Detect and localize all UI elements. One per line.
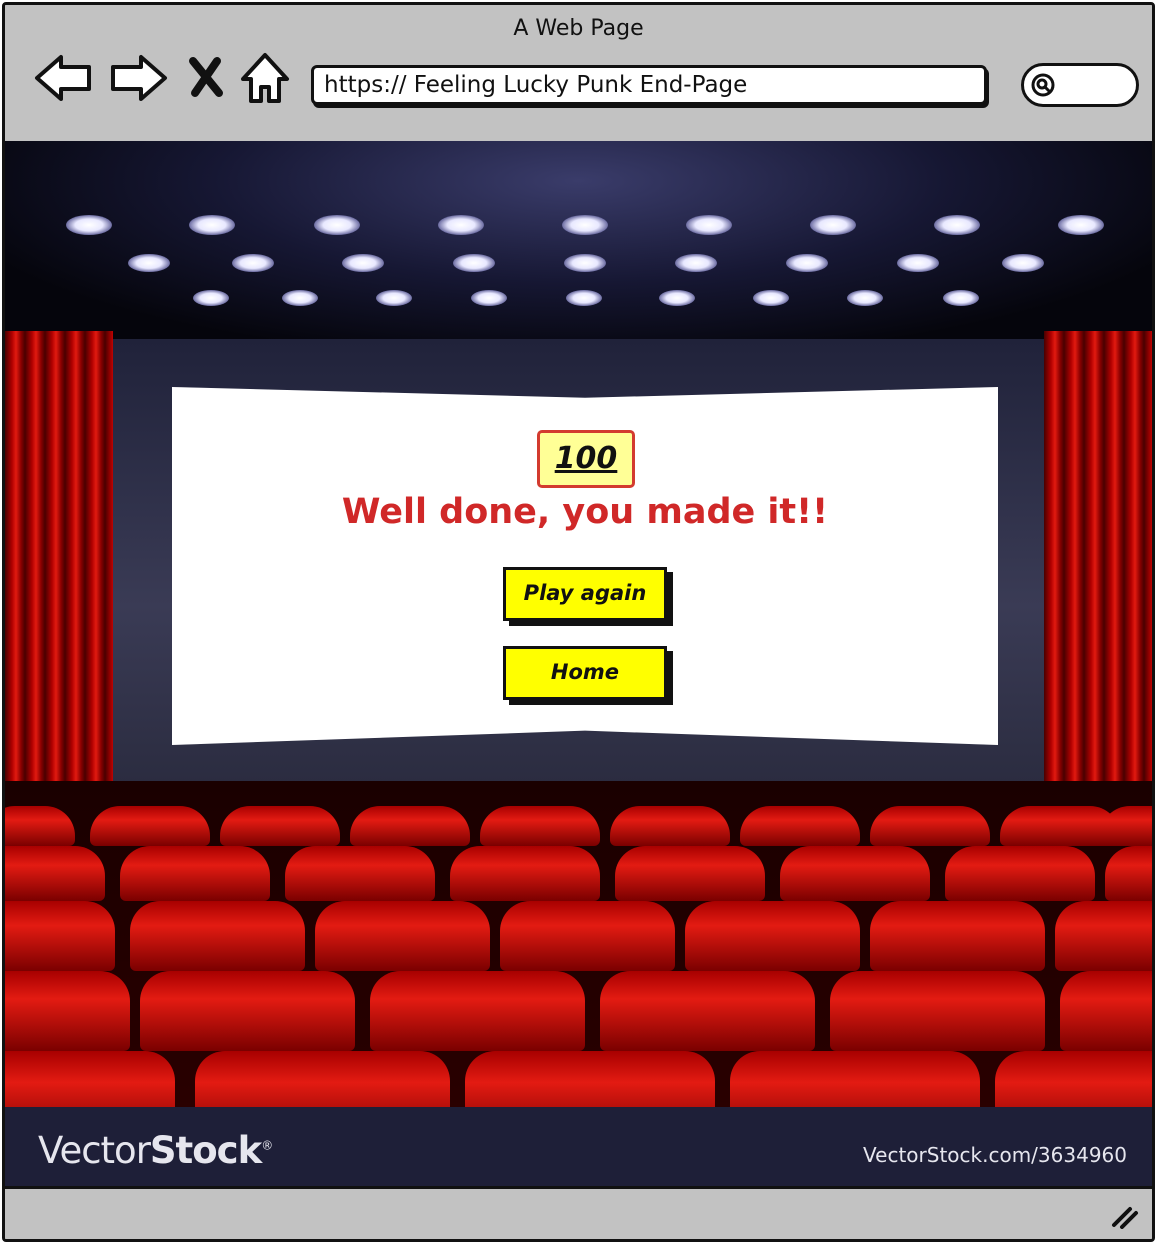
close-x-icon[interactable] [181,49,231,107]
theater-seat [5,846,105,901]
forward-arrow-icon[interactable] [107,49,169,107]
theater-seat [120,846,270,901]
theater-seat [610,806,730,846]
theater-seat [685,901,860,971]
theater-seat [450,846,600,901]
theater-seat [5,806,75,846]
seat-row [5,971,1152,1051]
watermark-bar: VectorStock® VectorStock.com/3634960 [5,1107,1152,1192]
theater-seat [780,846,930,901]
theater-seat [1105,846,1152,901]
theater-seat [945,846,1095,901]
seat-row [5,806,1152,846]
cinema-ceiling [5,141,1152,341]
resize-handle-icon[interactable] [1110,1205,1140,1229]
home-button[interactable]: Home [503,646,667,700]
theater-seat [500,901,675,971]
theater-seat [5,901,115,971]
success-message: Well done, you made it!! [341,492,829,532]
browser-window: A Web Page https:// Feeling Lucky Punk E… [2,2,1155,1242]
theater-seat [220,806,340,846]
window-title: A Web Page [513,16,644,41]
search-field[interactable] [1021,63,1139,107]
theater-seat [130,901,305,971]
seat-row [5,901,1152,971]
seat-row [5,846,1152,901]
vectorstock-logo: VectorStock® [38,1129,273,1172]
left-curtain [5,331,113,811]
theater-seat [370,971,585,1051]
theater-seat [1055,901,1152,971]
theater-seat [600,971,815,1051]
browser-statusbar [5,1186,1152,1239]
cinema-screen: 100 Well done, you made it!! Play again … [172,387,998,745]
play-again-button[interactable]: Play again [503,567,667,621]
theater-seat [350,806,470,846]
ceiling-lights [66,215,1104,306]
theater-seat [480,806,600,846]
theater-seat [870,806,990,846]
theater-seat [90,806,210,846]
theater-seat [870,901,1045,971]
theater-seat [740,806,860,846]
theater-seat [140,971,355,1051]
theater-seat [285,846,435,901]
page-viewport: 100 Well done, you made it!! Play again … [5,141,1152,1192]
theater-seat [5,971,130,1051]
theater-seat [830,971,1045,1051]
score-display: 100 [537,430,635,488]
back-arrow-icon[interactable] [33,49,95,107]
search-icon [1031,73,1055,97]
home-icon[interactable] [237,49,293,107]
watermark-url: VectorStock.com/3634960 [863,1143,1127,1167]
theater-seat [315,901,490,971]
address-bar[interactable]: https:// Feeling Lucky Punk End-Page [311,65,987,105]
browser-titlebar: A Web Page https:// Feeling Lucky Punk E… [5,5,1152,144]
theater-seat [615,846,765,901]
right-curtain [1044,331,1152,811]
seating-area [5,781,1152,1141]
theater-seat [1060,971,1152,1051]
